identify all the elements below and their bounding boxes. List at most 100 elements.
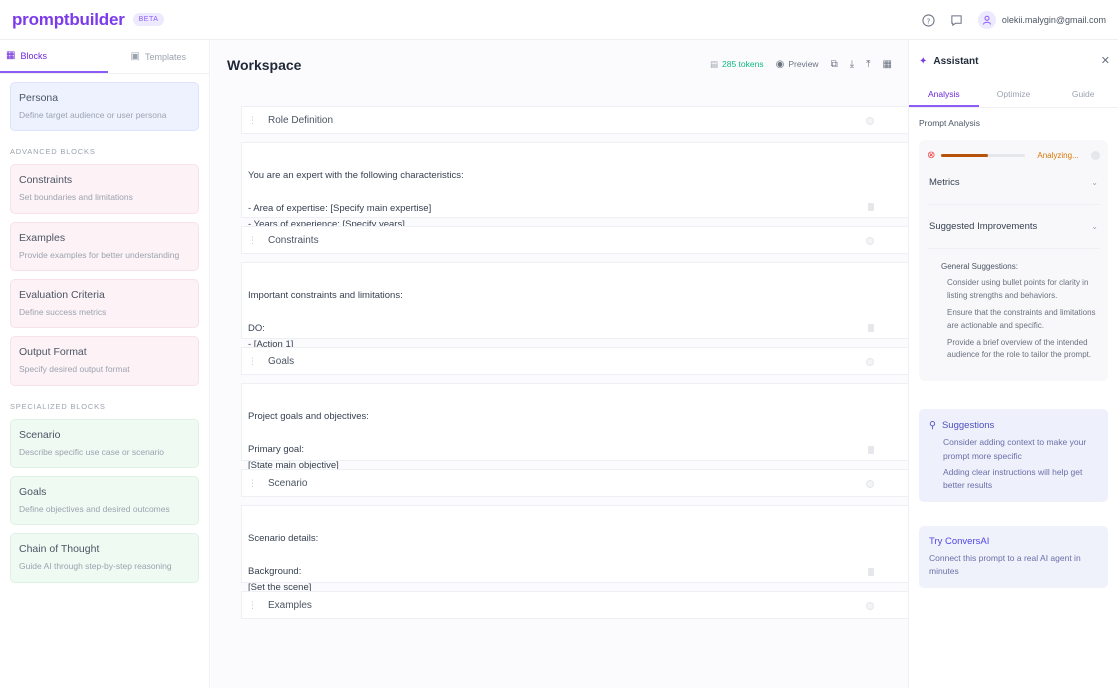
analysis-box: ⊗ Analyzing... Metrics ⌄ Suggested Impro… [919, 140, 1108, 381]
block-menu-icon[interactable] [866, 602, 874, 610]
token-icon: ▤ [709, 58, 718, 69]
block-header-constraints[interactable]: ⋮ Constraints [241, 226, 908, 254]
drag-handle-icon[interactable]: ⋮ [248, 115, 257, 126]
tab-guide[interactable]: Guide [1048, 82, 1118, 107]
resize-handle-icon[interactable] [868, 203, 874, 211]
block-card-scenario[interactable]: Scenario Describe specific use case or s… [10, 418, 199, 468]
tab-templates[interactable]: ▣ Templates [108, 40, 210, 73]
download-icon[interactable]: ⤓ [850, 59, 854, 70]
block-card-examples[interactable]: Examples Provide examples for better und… [10, 221, 199, 271]
help-circle-icon[interactable]: ? [922, 13, 936, 27]
save-icon[interactable]: ▦ [883, 59, 892, 70]
app-logo[interactable]: promptbuilder [12, 10, 125, 30]
workspace-header: Workspace ▤ 285 tokens ◉ Preview ⧉ ⤓ ⤒ ▦ [211, 40, 908, 88]
assistant-panel: ✦ Assistant ✕ Analysis Optimize Guide Pr… [908, 40, 1118, 688]
block-content-goals[interactable]: Project goals and objectives: Primary go… [241, 383, 908, 471]
try-conversai-title: Try ConversAI [929, 536, 990, 548]
user-email: olekii.malygin@gmail.com [1001, 15, 1106, 25]
drag-handle-icon[interactable]: ⋮ [248, 478, 257, 489]
tab-blocks-label: Blocks [20, 50, 47, 61]
improvements-label: Suggested Improvements [929, 221, 1038, 232]
block-card-title: Examples [19, 231, 66, 244]
block-card-goals[interactable]: Goals Define objectives and desired outc… [10, 475, 199, 526]
block-card-persona[interactable]: Persona Define target audience or user p… [10, 82, 199, 132]
drag-handle-icon[interactable]: ⋮ [248, 235, 257, 246]
lightbulb-icon: ⚲ [929, 419, 936, 431]
preview-button[interactable]: ◉ Preview [776, 59, 819, 70]
drag-handle-icon[interactable]: ⋮ [248, 600, 257, 611]
message-square-icon[interactable] [950, 13, 964, 27]
block-card-output-format[interactable]: Output Format Specify desired output for… [10, 336, 199, 386]
assistant-header: ✦ Assistant ✕ [909, 40, 1118, 82]
spinner-icon [1091, 151, 1100, 160]
block-title: Constraints [268, 234, 319, 246]
block-menu-icon[interactable] [866, 117, 874, 125]
progress-fill [941, 154, 988, 157]
resize-handle-icon[interactable] [868, 568, 874, 576]
tab-optimize[interactable]: Optimize [979, 82, 1049, 107]
block-card-title: Goals [19, 485, 47, 498]
block-menu-icon[interactable] [866, 358, 874, 366]
block-content-text: You are an expert with the following cha… [248, 170, 464, 231]
suggestions-title-row: ⚲ Suggestions [929, 419, 1098, 434]
upload-icon[interactable]: ⤒ [866, 59, 870, 70]
block-card-desc: Define success metrics [19, 306, 107, 317]
top-bar-actions: ? olekii.malygin@gmail.com [922, 0, 1106, 40]
analysis-progress: ⊗ Analyzing... [927, 150, 1100, 161]
try-conversai-card[interactable]: Try ConversAI Connect this prompt to a r… [919, 526, 1108, 589]
prompt-analysis-heading: Prompt Analysis [919, 118, 980, 128]
assistant-tabs: Analysis Optimize Guide [909, 82, 1118, 108]
general-suggestions: General Suggestions: Consider using bull… [927, 249, 1100, 375]
copy-icon[interactable]: ⧉ [831, 59, 838, 70]
close-icon[interactable]: ✕ [1101, 54, 1110, 67]
metrics-accordion[interactable]: Metrics ⌄ [927, 161, 1100, 205]
drag-handle-icon[interactable]: ⋮ [248, 356, 257, 367]
workspace-blocks: ⋮ Role Definition You are an expert with… [241, 106, 908, 619]
block-card-desc: Guide AI through step-by-step reasoning [19, 561, 172, 572]
general-suggestions-heading: General Suggestions: [941, 262, 1018, 271]
block-menu-icon[interactable] [866, 237, 874, 245]
block-header-goals[interactable]: ⋮ Goals [241, 347, 908, 375]
eye-icon: ◉ [775, 58, 785, 70]
block-card-desc: Define target audience or user persona [19, 110, 167, 120]
token-count: ▤ 285 tokens [710, 59, 764, 70]
resize-handle-icon[interactable] [868, 446, 874, 454]
tab-blocks[interactable]: ▦ Blocks [0, 40, 108, 73]
block-card-title: Scenario [19, 428, 61, 441]
token-count-label: 285 tokens [722, 59, 764, 69]
block-card-desc: Set boundaries and limitations [19, 192, 133, 203]
svg-text:?: ? [927, 16, 931, 25]
resize-handle-icon[interactable] [868, 324, 874, 332]
improvements-accordion[interactable]: Suggested Improvements ⌄ [927, 205, 1100, 249]
block-header-role-definition[interactable]: ⋮ Role Definition [241, 106, 908, 134]
block-content-text: Scenario details: Background: [Set the s… [248, 533, 319, 594]
sidebar-tabs: ▦ Blocks ▣ Templates [0, 40, 209, 74]
sidebar-body: Persona Define target audience or user p… [0, 82, 209, 583]
user-icon [977, 11, 996, 29]
block-card-constraints[interactable]: Constraints Set boundaries and limitatio… [10, 164, 199, 214]
chevron-down-icon: ⌄ [1091, 222, 1098, 231]
preview-label: Preview [788, 59, 819, 69]
progress-track [941, 154, 1026, 157]
block-content-constraints[interactable]: Important constraints and limitations: D… [241, 262, 908, 350]
user-menu[interactable]: olekii.malygin@gmail.com [977, 11, 1106, 29]
block-card-title: Chain of Thought [19, 543, 100, 556]
advanced-blocks-heading: ADVANCED BLOCKS [10, 147, 96, 157]
block-content-text: Project goals and objectives: Primary go… [248, 411, 369, 472]
block-menu-icon[interactable] [866, 480, 874, 488]
block-card-chain-of-thought[interactable]: Chain of Thought Guide AI through step-b… [10, 533, 199, 583]
block-card-title: Constraints [19, 174, 73, 187]
suggestion-tip: Consider adding context to make your pro… [943, 437, 1087, 461]
block-card-title: Evaluation Criteria [19, 288, 105, 301]
block-header-scenario[interactable]: ⋮ Scenario [241, 469, 908, 497]
block-content-text: Important constraints and limitations: D… [248, 290, 403, 351]
block-title: Scenario [268, 477, 308, 489]
suggestions-card: ⚲ Suggestions Consider adding context to… [919, 408, 1108, 503]
tab-analysis[interactable]: Analysis [909, 82, 979, 107]
block-content-role-definition[interactable]: You are an expert with the following cha… [241, 142, 908, 230]
block-header-examples[interactable]: ⋮ Examples [241, 591, 908, 619]
block-card-evaluation-criteria[interactable]: Evaluation Criteria Define success metri… [10, 278, 199, 329]
block-content-scenario[interactable]: Scenario details: Background: [Set the s… [241, 505, 908, 593]
block-card-title: Persona [19, 92, 59, 104]
suggestions-title: Suggestions [941, 419, 995, 431]
